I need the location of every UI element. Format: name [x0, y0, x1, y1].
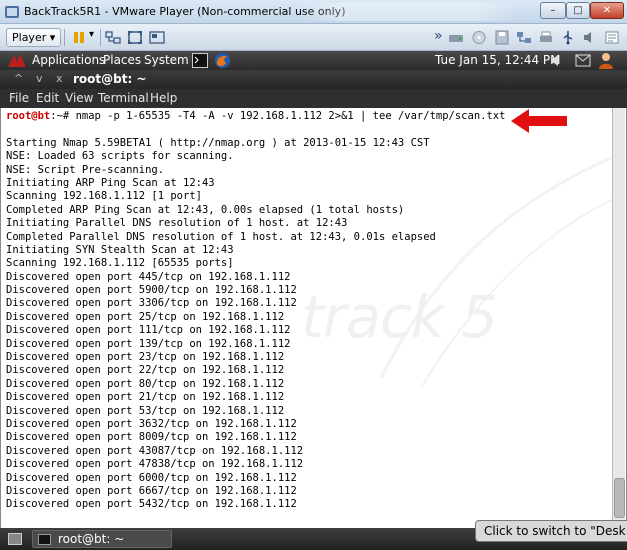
menu-view[interactable]: View [65, 91, 93, 105]
floppy-icon[interactable] [493, 29, 511, 46]
menu-help[interactable]: Help [150, 91, 177, 105]
gnome-top-panel: Applications Places System Tue Jan 15, 1… [0, 51, 627, 70]
output-line: Discovered open port 23/tcp on 192.168.1… [6, 351, 285, 364]
output-line: Discovered open port 43087/tcp on 192.16… [6, 444, 304, 457]
places-menu[interactable]: Places [103, 53, 141, 67]
window-title: BackTrack5R1 - VMware Player (Non-commer… [24, 5, 346, 18]
terminal-text: root@bt:~# nmap -p 1-65535 -T4 -A -v 192… [6, 110, 606, 512]
shade-button[interactable]: ^ [14, 72, 23, 85]
output-line: NSE: Script Pre-scanning. [6, 163, 165, 176]
output-line: Discovered open port 22/tcp on 192.168.1… [6, 364, 285, 377]
output-line: Discovered open port 53/tcp on 192.168.1… [6, 404, 285, 417]
network-adapter-icon[interactable] [515, 29, 533, 46]
sound-card-icon[interactable] [581, 29, 599, 46]
output-line: Scanning 192.168.1.112 [1 port] [6, 190, 202, 203]
show-desktop-icon[interactable] [8, 533, 22, 545]
maximize-button[interactable]: □ [566, 2, 590, 19]
output-line: Discovered open port 5432/tcp on 192.168… [6, 498, 297, 511]
menu-file[interactable]: File [9, 91, 29, 105]
command-output: Starting Nmap 5.59BETA1 ( http://nmap.or… [6, 123, 606, 511]
clock[interactable]: Tue Jan 15, 12:44 PM [435, 53, 561, 67]
output-line: Discovered open port 5900/tcp on 192.168… [6, 284, 297, 297]
output-line: Discovered open port 25/tcp on 192.168.1… [6, 310, 285, 323]
output-line: Discovered open port 111/tcp on 192.168.… [6, 324, 291, 337]
player-menu-label: Player [12, 31, 47, 44]
usb-device-icon[interactable] [559, 29, 577, 46]
output-line: Discovered open port 47838/tcp on 192.16… [6, 458, 304, 471]
red-arrow-annotation [511, 109, 567, 133]
output-line: Discovered open port 3632/tcp on 192.168… [6, 417, 297, 430]
terminal-task-icon [38, 534, 51, 545]
output-line: Discovered open port 80/tcp on 192.168.1… [6, 377, 285, 390]
scrollbar-thumb[interactable] [614, 478, 625, 518]
toolbar-separator [100, 29, 101, 46]
chevron-down-icon: ▾ [49, 31, 56, 44]
vmware-app-icon [5, 6, 19, 18]
pause-icon[interactable] [70, 29, 88, 46]
system-menu[interactable]: System [144, 53, 189, 67]
taskbar-terminal-label: root@bt: ~ [58, 532, 125, 546]
output-line: Discovered open port 6667/tcp on 192.168… [6, 484, 297, 497]
overflow-icon[interactable]: » [434, 28, 443, 44]
terminal-menu-bar: File Edit View Terminal Help [0, 89, 627, 108]
terminal-scrollbar[interactable] [612, 108, 625, 528]
output-line: Scanning 192.168.1.112 [65535 ports] [6, 257, 234, 270]
output-line: Discovered open port 6000/tcp on 192.168… [6, 471, 297, 484]
menu-terminal[interactable]: Terminal [98, 91, 149, 105]
user-icon[interactable] [597, 52, 615, 69]
output-line: Initiating Parallel DNS resolution of 1 … [6, 217, 348, 230]
prompt-suffix: :~# [50, 110, 76, 122]
output-line: NSE: Loaded 63 scripts for scanning. [6, 150, 234, 163]
output-line: Discovered open port 139/tcp on 192.168.… [6, 337, 291, 350]
applications-menu[interactable]: Applications [32, 53, 105, 67]
hard-disk-icon[interactable] [447, 29, 465, 46]
toolbar-separator [64, 29, 65, 46]
prompt-user-host: root@bt [6, 110, 51, 122]
minimize-button[interactable]: – [540, 2, 566, 19]
unity-icon[interactable] [148, 29, 166, 46]
terminal-output-area[interactable]: track 5 root@bt:~# nmap -p 1-65535 -T4 -… [0, 108, 627, 528]
terminal-title-bar: ^ v x root@bt: ~ [0, 70, 627, 89]
close-button[interactable]: ✕ [590, 2, 624, 19]
terminal-title: root@bt: ~ [73, 72, 147, 86]
cd-rom-icon[interactable] [470, 29, 488, 46]
volume-icon[interactable] [550, 54, 562, 67]
command-text: nmap -p 1-65535 -T4 -A -v 192.168.1.112 … [75, 110, 506, 122]
output-line: Discovered open port 21/tcp on 192.168.1… [6, 391, 285, 404]
output-line: Completed Parallel DNS resolution of 1 h… [6, 230, 436, 243]
output-line: Discovered open port 445/tcp on 192.168.… [6, 270, 291, 283]
menu-edit[interactable]: Edit [36, 91, 59, 105]
message-log-icon[interactable] [603, 29, 621, 46]
mail-icon[interactable] [575, 54, 591, 67]
vmware-toolbar: Player ▾ ▾ » [0, 24, 627, 51]
fullscreen-icon[interactable] [126, 29, 144, 46]
network-devices-icon[interactable] [104, 29, 122, 46]
taskbar-terminal-button[interactable]: root@bt: ~ [32, 530, 172, 548]
output-line: Starting Nmap 5.59BETA1 ( http://nmap.or… [6, 136, 430, 149]
firefox-launcher-icon[interactable] [214, 52, 231, 69]
pause-dropdown-icon[interactable]: ▾ [89, 29, 94, 40]
player-menu-button[interactable]: Player ▾ [6, 28, 62, 47]
output-line: Initiating ARP Ping Scan at 12:43 [6, 176, 215, 189]
workspace-tooltip: Click to switch to "Desk 3" [475, 520, 627, 542]
minimize-terminal-button[interactable]: v [36, 72, 43, 85]
terminal-launcher-icon[interactable] [192, 53, 208, 68]
output-line: Discovered open port 3306/tcp on 192.168… [6, 297, 297, 310]
close-terminal-button[interactable]: x [56, 72, 63, 85]
output-line: Completed ARP Ping Scan at 12:43, 0.00s … [6, 203, 405, 216]
background-window-tabs [300, 3, 520, 21]
backtrack-dragon-icon [8, 54, 26, 67]
vmware-title-bar: BackTrack5R1 - VMware Player (Non-commer… [0, 0, 627, 24]
printer-icon[interactable] [537, 29, 555, 46]
output-line: Initiating SYN Stealth Scan at 12:43 [6, 243, 234, 256]
output-line: Discovered open port 8009/tcp on 192.168… [6, 431, 297, 444]
